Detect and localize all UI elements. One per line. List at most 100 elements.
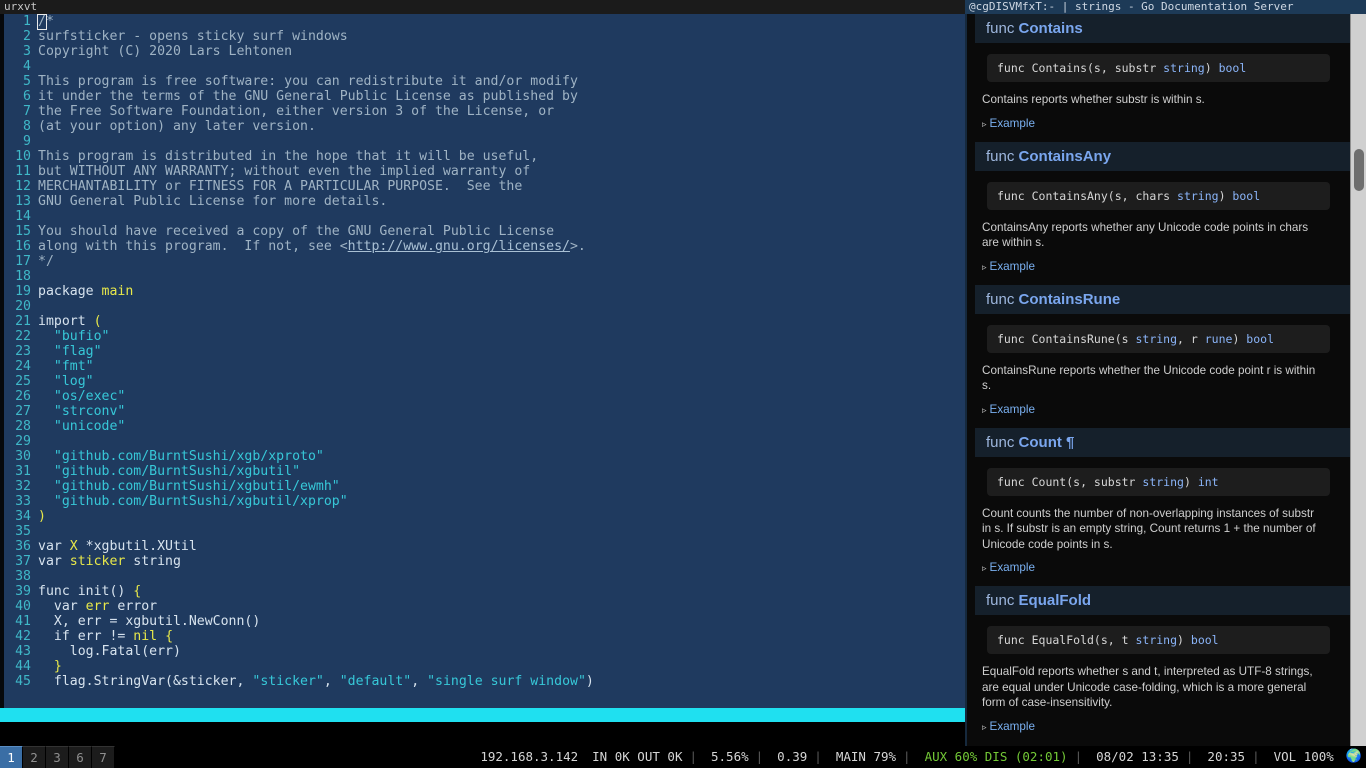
status-block[interactable]: MAIN 79% <box>829 746 918 768</box>
workspace-button-3[interactable]: 3 <box>46 746 69 768</box>
code-line[interactable]: 29 <box>4 434 965 449</box>
func-heading[interactable]: func ContainsRune <box>975 284 1350 314</box>
code-line[interactable]: 3 Copyright (C) 2020 Lars Lehtonen <box>4 44 965 59</box>
vim-code-area[interactable]: 1 /* 2 surfsticker - opens sticky surf wind… <box>4 14 965 689</box>
example-toggle[interactable]: ▹ Example <box>982 260 1350 273</box>
code-line[interactable]: 32 "github.com/BurntSushi/xgbutil/ewmh" <box>4 479 965 494</box>
status-block[interactable]: VOL 100% <box>1267 746 1341 768</box>
globe-icon[interactable]: 🌍 <box>1341 746 1362 768</box>
code-line[interactable]: 30 "github.com/BurntSushi/xgb/xproto" <box>4 449 965 464</box>
code-line[interactable]: 19 package main <box>4 284 965 299</box>
code-line[interactable]: 33 "github.com/BurntSushi/xgbutil/xprop" <box>4 494 965 509</box>
func-keyword: func <box>986 20 1019 37</box>
terminal-window[interactable]: urxvt 1 /* 2 surfsticker - opens sticky sur… <box>0 0 965 746</box>
code-line[interactable]: 16 along with this program. If not, see <… <box>4 239 965 254</box>
desktop-screen: urxvt 1 /* 2 surfsticker - opens sticky sur… <box>0 0 1366 768</box>
code-line[interactable]: 20 <box>4 299 965 314</box>
code-line[interactable]: 24 "fmt" <box>4 359 965 374</box>
code-line[interactable]: 10 This program is distributed in the hop… <box>4 149 965 164</box>
code-line[interactable]: 23 "flag" <box>4 344 965 359</box>
status-block[interactable]: 0.39 <box>770 746 829 768</box>
code-line[interactable]: 36 var X *xgbutil.XUtil <box>4 539 965 554</box>
code-line[interactable]: 28 "unicode" <box>4 419 965 434</box>
code-line[interactable]: 9 <box>4 134 965 149</box>
signature-type: bool <box>1232 188 1261 203</box>
code-line[interactable]: 1 /* <box>4 14 965 30</box>
code-line[interactable]: 22 "bufio" <box>4 329 965 344</box>
code-line[interactable]: 25 "log" <box>4 374 965 389</box>
vertical-scrollbar[interactable] <box>1350 14 1366 746</box>
code-line[interactable]: 12 MERCHANTABILITY or FITNESS FOR A PARTI… <box>4 179 965 194</box>
terminal-body[interactable]: 1 /* 2 surfsticker - opens sticky surf wind… <box>0 14 965 746</box>
workspace-button-6[interactable]: 6 <box>69 746 92 768</box>
status-block[interactable]: IN 0K OUT 0K <box>585 746 704 768</box>
code-line[interactable]: 41 X, err = xgbutil.NewConn() <box>4 614 965 629</box>
tmux-status-line[interactable]: [0]0:mosh-client- 1:bash 2:irssi 3:newsb… <box>0 722 965 746</box>
code-line[interactable]: 27 "strconv" <box>4 404 965 419</box>
example-toggle[interactable]: ▹ Example <box>982 720 1350 733</box>
code-line[interactable]: 44 } <box>4 659 965 674</box>
func-heading[interactable]: func Contains <box>975 14 1350 43</box>
vim-editor-pane[interactable]: 1 /* 2 surfsticker - opens sticky surf wind… <box>0 14 965 722</box>
code-line[interactable]: 17 */ <box>4 254 965 269</box>
code-line[interactable]: 34) <box>4 509 965 524</box>
code-line[interactable]: 37 var sticker string <box>4 554 965 569</box>
func-heading[interactable]: func Count ¶ <box>975 427 1350 457</box>
signature-type: int <box>1197 474 1219 489</box>
code-line[interactable]: 7 the Free Software Foundation, either ve… <box>4 104 965 119</box>
code-line[interactable]: 6 it under the terms of the GNU General P… <box>4 89 965 104</box>
code-line[interactable]: 14 <box>4 209 965 224</box>
scrollbar-thumb[interactable] <box>1354 149 1364 191</box>
terminal-titlebar[interactable]: urxvt <box>0 0 965 14</box>
code-line[interactable]: 21 import ( <box>4 314 965 329</box>
code-line[interactable]: 43 log.Fatal(err) <box>4 644 965 659</box>
code-line[interactable]: 38 <box>4 569 965 584</box>
status-block-list[interactable]: 192.168.3.142IN 0K OUT 0K5.56%0.39MAIN 7… <box>473 746 1362 768</box>
code-line[interactable]: 15 You should have received a copy of the… <box>4 224 965 239</box>
code-token: ( <box>93 314 102 329</box>
status-block[interactable]: 20:35 <box>1200 746 1266 768</box>
signature-type: bool <box>1218 61 1247 75</box>
workspace-button-list[interactable]: 12367 <box>0 746 115 768</box>
code-line[interactable]: 18 <box>4 269 965 284</box>
triangle-right-icon: ▹ <box>982 261 987 272</box>
code-line[interactable]: 40 var err error <box>4 599 965 614</box>
example-toggle[interactable]: ▹ Example <box>982 117 1350 130</box>
code-token: package <box>38 284 102 299</box>
code-token: "github.com/BurntSushi/xgb/xproto" <box>38 449 324 464</box>
anchor-pilcrow-icon[interactable]: ¶ <box>1062 434 1074 451</box>
status-block[interactable]: 08/02 13:35 <box>1089 746 1200 768</box>
example-toggle[interactable]: ▹ Example <box>982 561 1350 574</box>
status-block[interactable]: 192.168.3.142 <box>473 746 585 768</box>
func-section: func ContainsRune func ContainsRune(s str… <box>969 284 1350 416</box>
code-line[interactable]: 13 GNU General Public License for more de… <box>4 194 965 209</box>
browser-titlebar[interactable]: @cgDISVMfxT:- | strings - Go Documentati… <box>965 0 1366 14</box>
code-line[interactable]: 5 This program is free software: you can … <box>4 74 965 89</box>
code-line[interactable]: 45 flag.StringVar(&sticker, "sticker", "… <box>4 674 965 689</box>
workspace-button-7[interactable]: 7 <box>92 746 115 768</box>
code-line[interactable]: 8 (at your option) any later version. <box>4 119 965 134</box>
code-line[interactable]: 11 but WITHOUT ANY WARRANTY; without even… <box>4 164 965 179</box>
func-heading[interactable]: func ContainsAny <box>975 141 1350 171</box>
code-line[interactable]: 26 "os/exec" <box>4 389 965 404</box>
func-heading[interactable]: func EqualFold <box>975 586 1350 615</box>
code-line[interactable]: 35 <box>4 524 965 539</box>
browser-window[interactable]: @cgDISVMfxT:- | strings - Go Documentati… <box>965 0 1366 746</box>
signature-type: string <box>1177 188 1219 203</box>
code-line[interactable]: 2 surfsticker - opens sticky surf windows <box>4 29 965 44</box>
code-line[interactable]: 42 if err != nil { <box>4 629 965 644</box>
code-line[interactable]: 4 <box>4 59 965 74</box>
code-line[interactable]: 39 func init() { <box>4 584 965 599</box>
status-block[interactable]: 5.56% <box>704 746 770 768</box>
status-block[interactable]: AUX 60% DIS (02:01) <box>918 746 1090 768</box>
line-number: 13 <box>15 194 31 209</box>
code-line[interactable]: 31 "github.com/BurntSushi/xgbutil" <box>4 464 965 479</box>
line-number: 19 <box>15 284 31 299</box>
line-number: 10 <box>15 149 31 164</box>
workspace-button-2[interactable]: 2 <box>23 746 46 768</box>
browser-viewport[interactable]: func Contains func Contains(s, substr str… <box>965 14 1366 746</box>
i3-status-bar[interactable]: 12367 192.168.3.142IN 0K OUT 0K5.56%0.39… <box>0 746 1366 768</box>
code-token: it under the terms of the GNU General Pu… <box>38 89 578 104</box>
workspace-button-1[interactable]: 1 <box>0 746 23 768</box>
example-toggle[interactable]: ▹ Example <box>982 403 1350 416</box>
